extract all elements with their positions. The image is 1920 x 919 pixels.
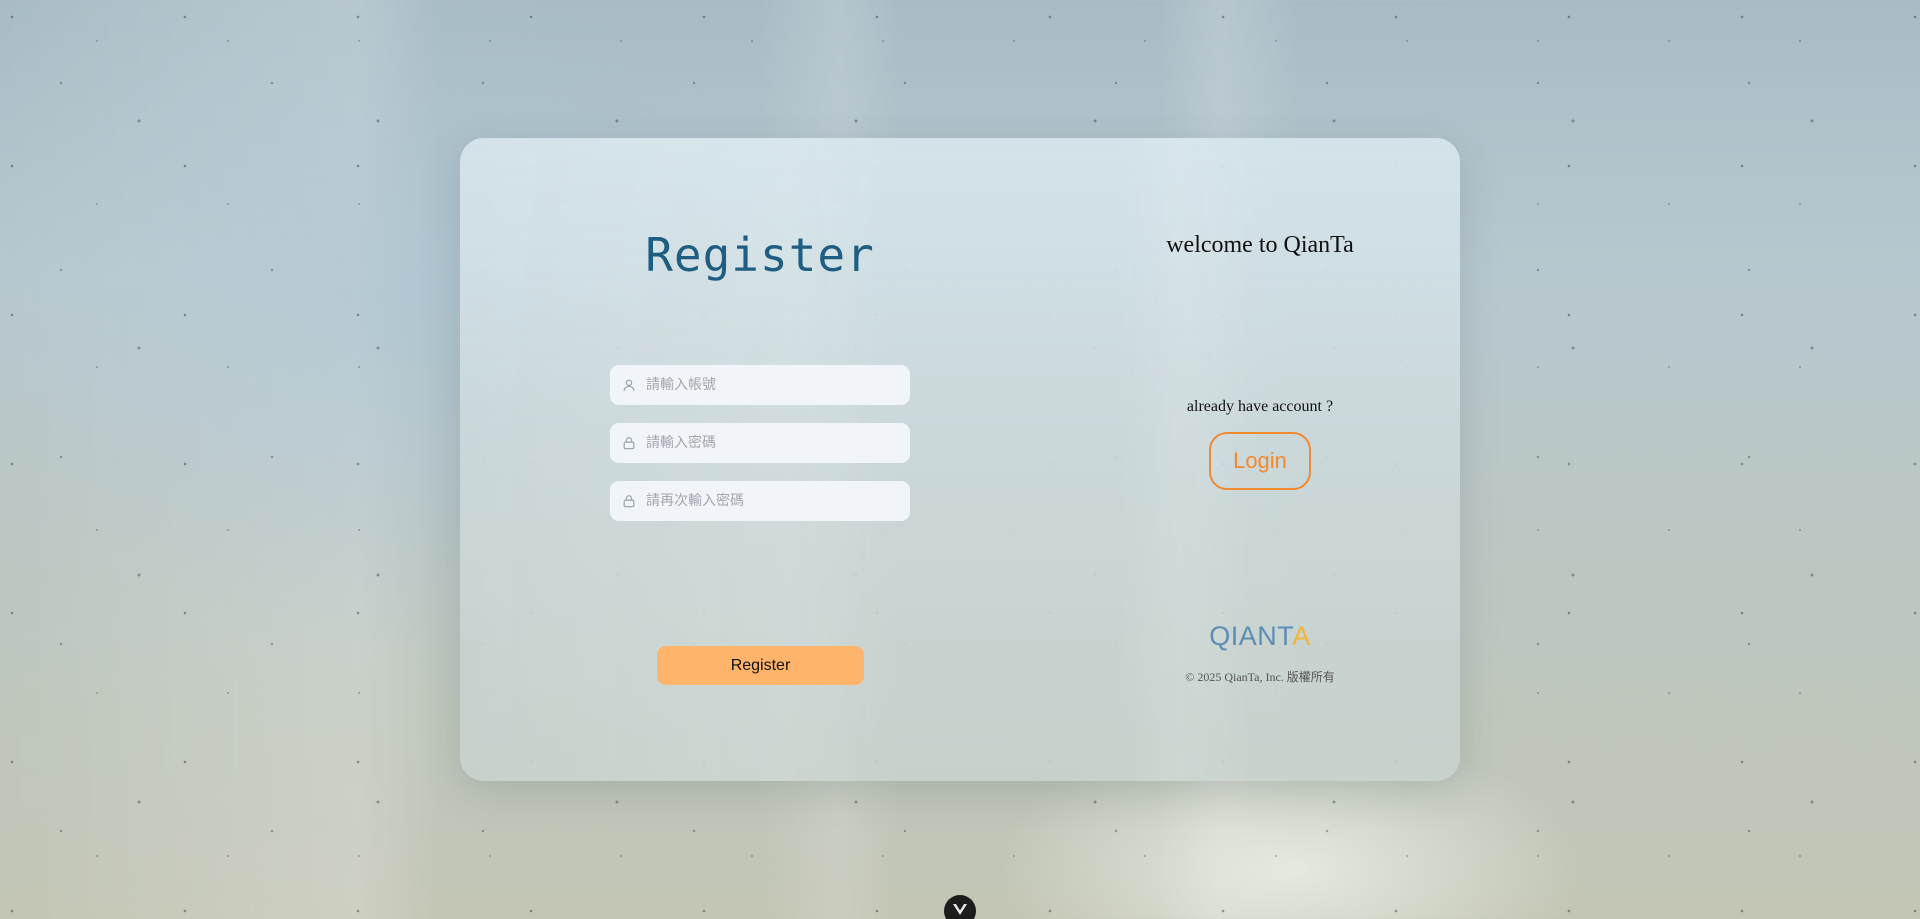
register-title: Register bbox=[645, 228, 875, 282]
login-button[interactable]: Login bbox=[1209, 432, 1311, 490]
welcome-heading: welcome to QianTa bbox=[1166, 232, 1354, 258]
password-input[interactable] bbox=[644, 434, 908, 452]
lock-icon bbox=[623, 437, 635, 450]
already-have-account-text: already have account ? bbox=[1186, 398, 1334, 415]
confirm-password-field[interactable] bbox=[610, 481, 910, 521]
username-field[interactable] bbox=[610, 365, 910, 405]
qianta-logo: QIANTA bbox=[1060, 621, 1460, 652]
lock-icon bbox=[623, 495, 635, 508]
logo-accent-text: A bbox=[1292, 621, 1311, 651]
register-card: Register Register welcome to QianTa alre… bbox=[460, 138, 1460, 781]
logo-main-text: QIANT bbox=[1209, 621, 1293, 651]
register-button[interactable]: Register bbox=[657, 646, 864, 685]
confirm-password-input[interactable] bbox=[644, 492, 908, 510]
vue-devtools-button[interactable] bbox=[944, 895, 976, 919]
copyright-text: © 2025 QianTa, Inc. 版權所有 bbox=[1185, 670, 1335, 684]
user-icon bbox=[623, 379, 635, 391]
vue-devtools-icon bbox=[953, 904, 967, 915]
username-input[interactable] bbox=[644, 376, 908, 394]
password-field[interactable] bbox=[610, 423, 910, 463]
